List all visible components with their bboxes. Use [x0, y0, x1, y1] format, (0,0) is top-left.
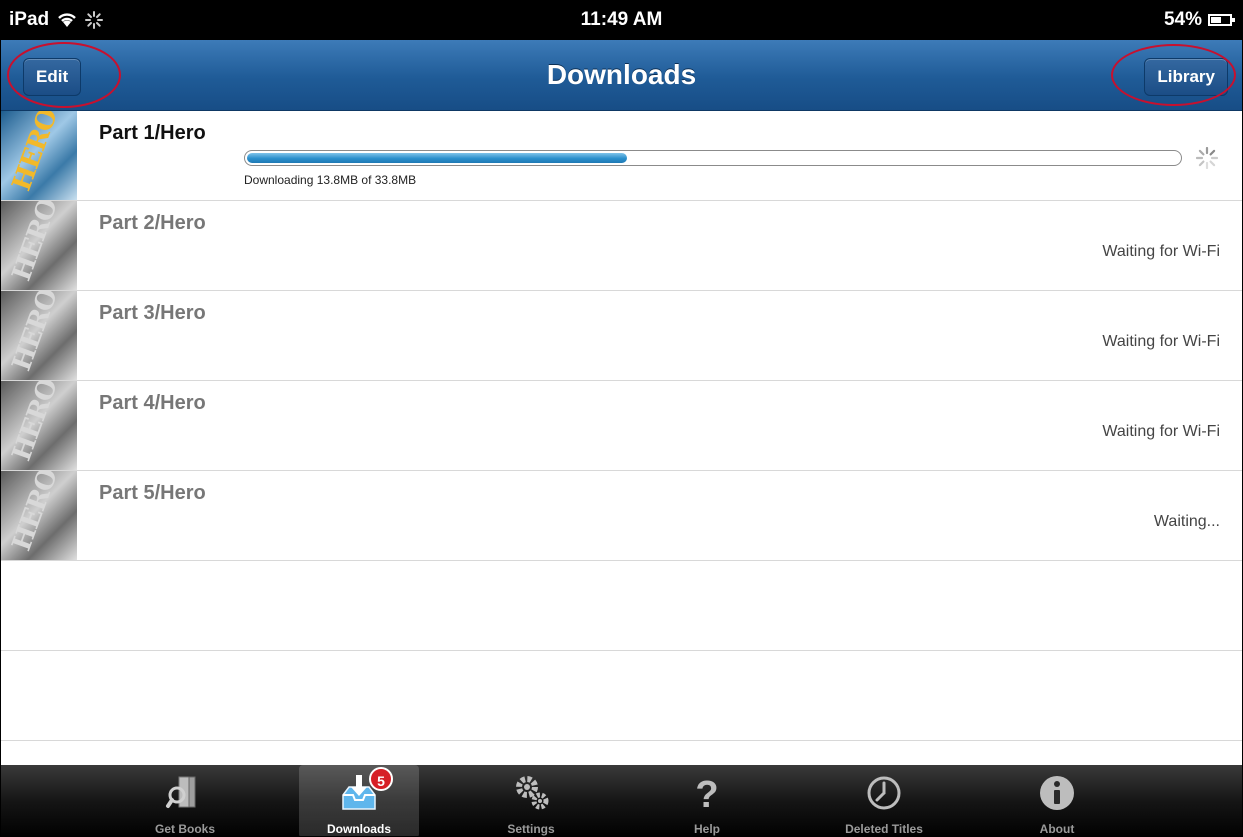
tab-help[interactable]: ? Help — [647, 765, 767, 836]
download-status: Waiting for Wi-Fi — [1102, 423, 1220, 440]
empty-row — [1, 651, 1242, 741]
tab-label: Get Books — [154, 822, 215, 836]
tab-label: Help — [693, 822, 720, 836]
tab-about[interactable]: About — [997, 765, 1117, 836]
download-row[interactable]: HERO Part 2/Hero Waiting for Wi-Fi — [1, 201, 1242, 291]
download-status: Waiting for Wi-Fi — [1102, 243, 1220, 260]
download-title: Part 5/Hero — [99, 482, 206, 504]
tab-downloads[interactable]: 5 Downloads — [299, 765, 419, 836]
cover-logo: HERO — [6, 381, 64, 465]
downloads-badge: 5 — [369, 767, 393, 791]
cover-logo: HERO — [6, 291, 64, 375]
app-frame: iPad 11:49 AM 54% Downloads Edit Library… — [0, 0, 1243, 837]
gears-icon — [516, 776, 549, 810]
book-cover-image: HERO — [1, 201, 77, 290]
download-title: Part 3/Hero — [99, 302, 206, 324]
tab-settings[interactable]: Settings — [471, 765, 591, 836]
svg-text:?: ? — [695, 774, 718, 813]
book-cover-image: HERO — [1, 111, 77, 200]
cover-logo: HERO — [6, 471, 64, 555]
status-bar: iPad 11:49 AM 54% — [1, 1, 1242, 40]
tab-get-books[interactable]: Get Books — [125, 765, 245, 836]
edit-annotation-circle — [7, 42, 121, 108]
status-time: 11:49 AM — [580, 9, 663, 30]
navigation-bar: Downloads Edit Library — [1, 40, 1242, 111]
download-title: Part 4/Hero — [99, 392, 206, 414]
page-title: Downloads — [546, 59, 697, 90]
download-title: Part 1/Hero — [99, 122, 206, 144]
battery-percent: 54% — [1163, 9, 1202, 30]
book-cover-image: HERO — [1, 471, 77, 560]
status-right: 54% — [1163, 9, 1235, 31]
cover-logo: HERO — [6, 201, 64, 285]
tab-bar: Get Books 5 Downloads Settings ? Help De… — [1, 765, 1242, 836]
download-row[interactable]: HERO Part 1/Hero Downloading 13.8MB of 3… — [1, 111, 1242, 201]
downloads-list: HERO Part 1/Hero Downloading 13.8MB of 3… — [1, 111, 1242, 741]
clock-icon — [867, 776, 901, 810]
download-status: Waiting for Wi-Fi — [1102, 333, 1220, 350]
tab-label: Deleted Titles — [845, 822, 923, 836]
library-annotation-circle — [1111, 44, 1236, 106]
info-icon — [1040, 776, 1074, 810]
download-row[interactable]: HERO Part 3/Hero Waiting for Wi-Fi — [1, 291, 1242, 381]
download-row[interactable]: HERO Part 4/Hero Waiting for Wi-Fi — [1, 381, 1242, 471]
download-row[interactable]: HERO Part 5/Hero Waiting... — [1, 471, 1242, 561]
cover-logo: HERO — [6, 111, 64, 195]
battery-icon — [1208, 14, 1235, 26]
download-status: Waiting... — [1153, 513, 1220, 530]
books-icon — [166, 776, 196, 808]
progress-fill — [247, 153, 627, 163]
empty-row — [1, 561, 1242, 651]
download-title: Part 2/Hero — [99, 212, 206, 234]
loading-spinner-icon — [1196, 147, 1218, 169]
book-cover-image: HERO — [1, 381, 77, 470]
tab-label: Downloads — [326, 822, 391, 836]
question-mark-icon: ? — [695, 774, 718, 813]
download-status: Downloading 13.8MB of 33.8MB — [244, 173, 417, 187]
tab-label: Settings — [507, 822, 555, 836]
download-progress-bar — [244, 150, 1182, 166]
tab-deleted-titles[interactable]: Deleted Titles — [824, 765, 944, 836]
book-cover-image: HERO — [1, 291, 77, 380]
tab-label: About — [1039, 822, 1075, 836]
battery-fill — [1211, 17, 1221, 23]
